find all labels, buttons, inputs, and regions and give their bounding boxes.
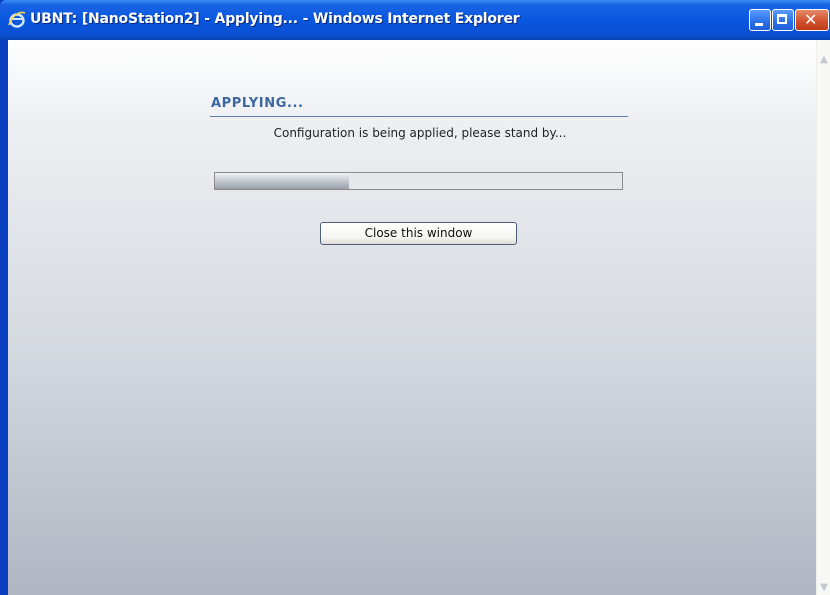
heading-divider [210, 116, 628, 117]
scroll-up-arrow-icon[interactable]: ▲ [817, 53, 830, 67]
close-this-window-button[interactable]: Close this window [320, 222, 517, 245]
window-title: UBNT: [NanoStation2] - Applying... - Win… [30, 11, 520, 27]
internet-explorer-icon [8, 11, 26, 28]
page-title: APPLYING... [211, 96, 304, 111]
minimize-button[interactable] [749, 9, 771, 31]
progress-fill [215, 173, 350, 189]
minimize-icon [755, 23, 763, 26]
vertical-scrollbar[interactable]: ▲ ▼ [816, 40, 830, 595]
page-content: APPLYING... Configuration is being appli… [8, 40, 816, 595]
scroll-down-arrow-icon[interactable]: ▼ [817, 581, 830, 595]
maximize-button[interactable] [772, 9, 794, 31]
title-bar[interactable]: UBNT: [NanoStation2] - Applying... - Win… [0, 0, 830, 40]
progress-bar [214, 172, 623, 190]
close-window-button[interactable]: ✕ [795, 9, 829, 31]
close-icon: ✕ [804, 10, 818, 29]
maximize-icon [777, 14, 787, 24]
browser-window: UBNT: [NanoStation2] - Applying... - Win… [0, 0, 830, 595]
status-message: Configuration is being applied, please s… [273, 126, 567, 140]
